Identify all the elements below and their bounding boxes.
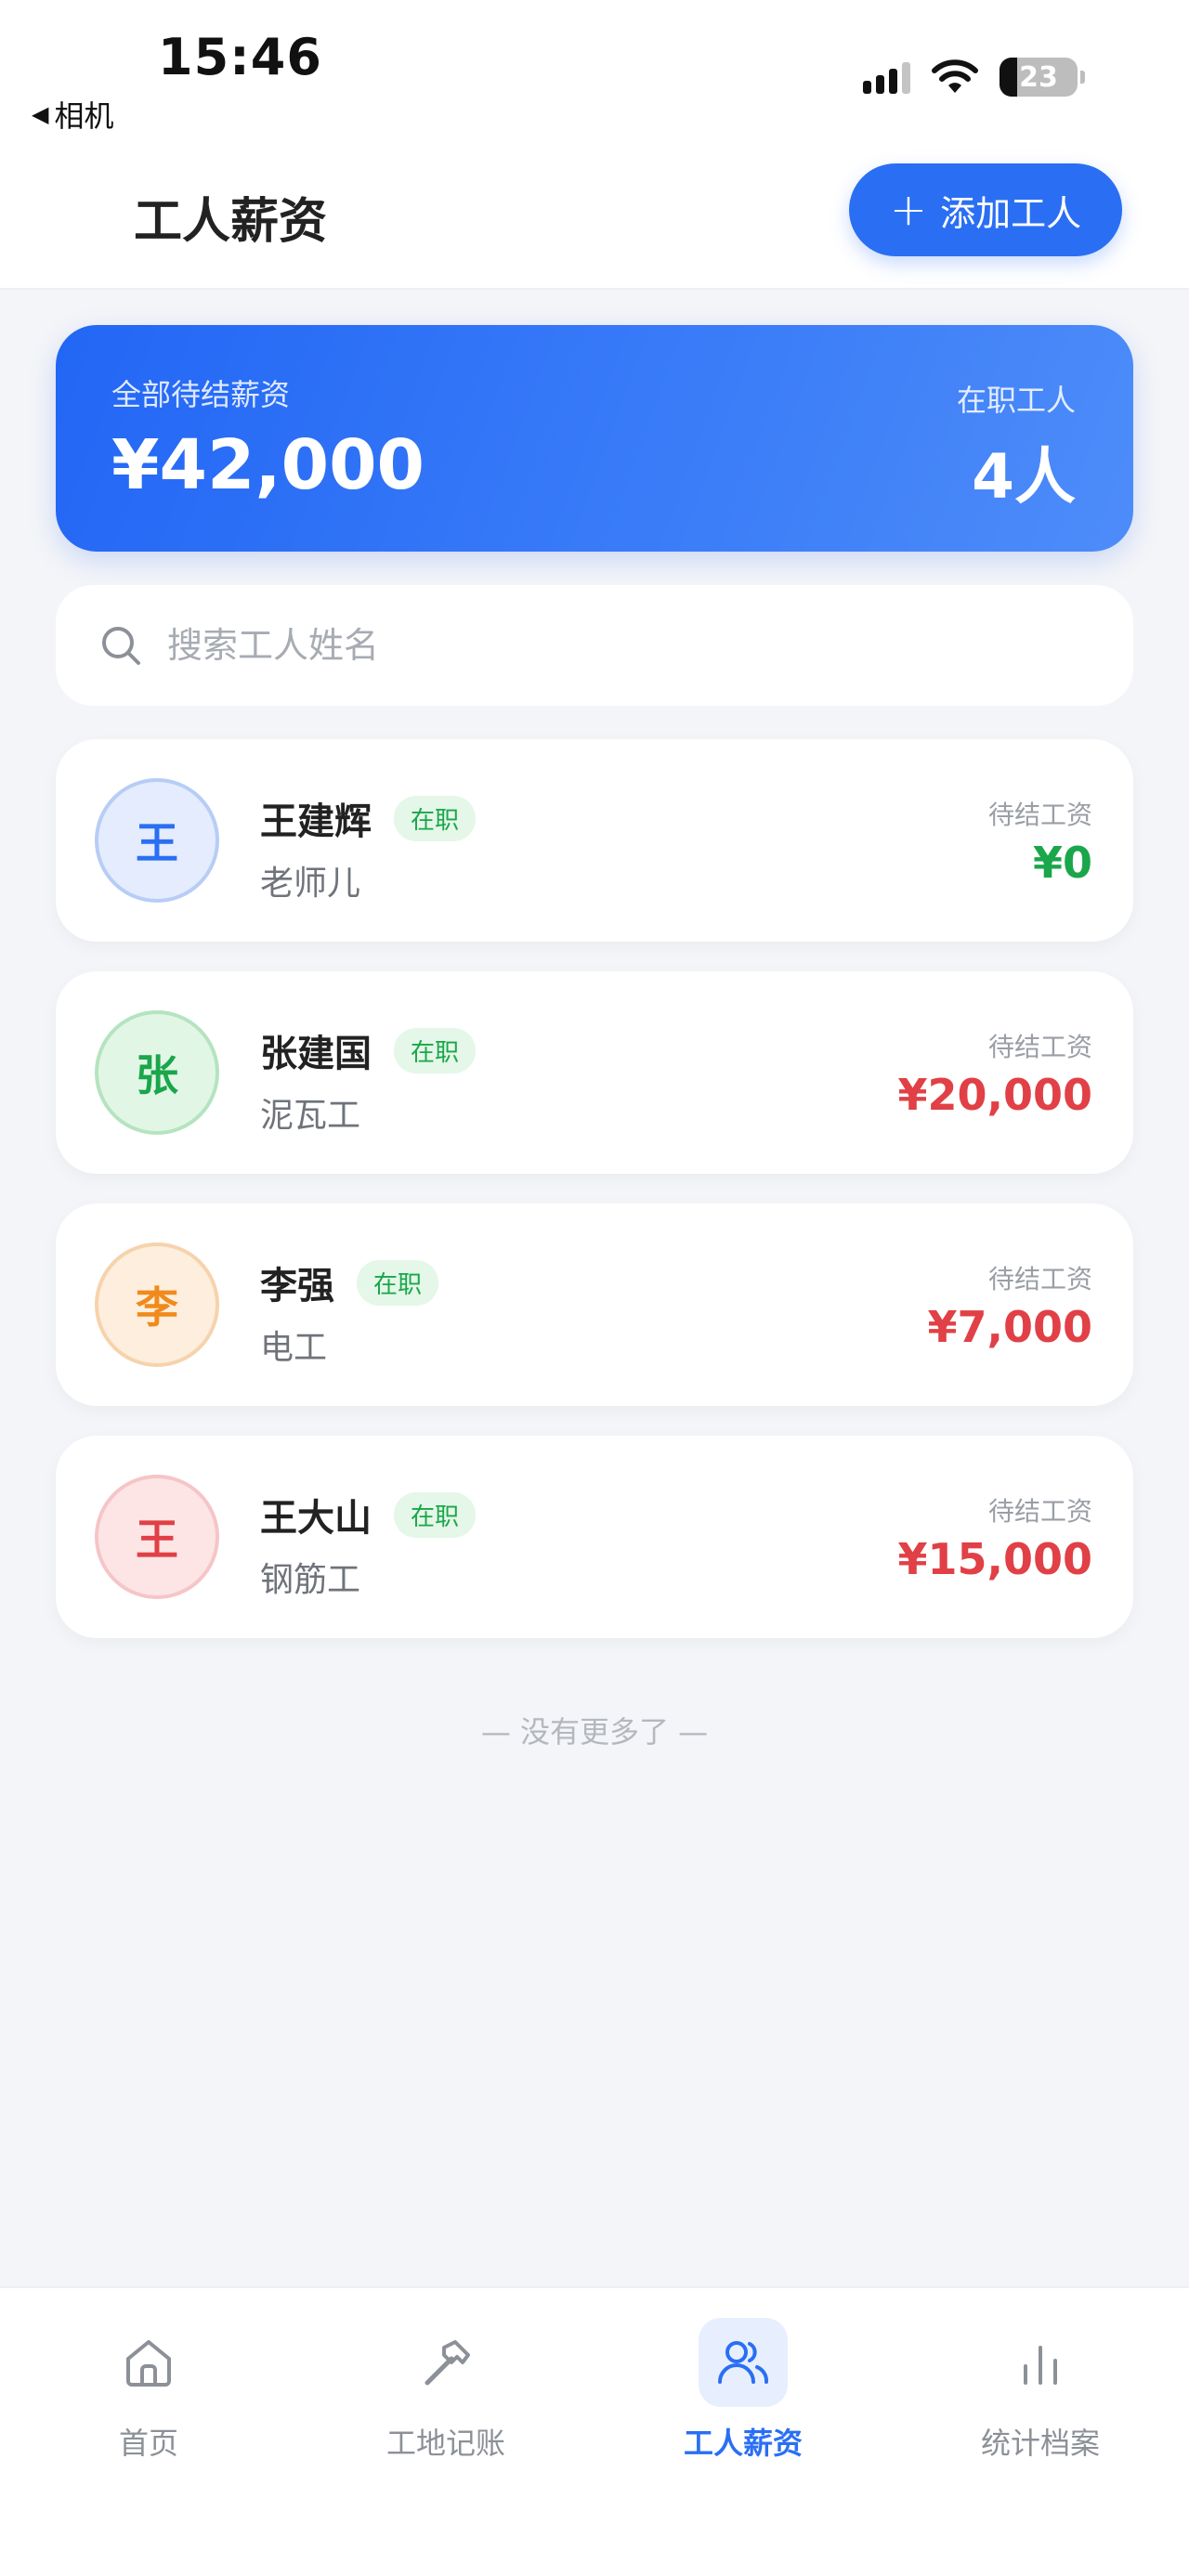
worker-name: 李强	[260, 1265, 334, 1308]
status-time: 15:46	[158, 28, 322, 86]
worker-role: 老师儿	[260, 865, 361, 903]
battery-level: 23	[1019, 60, 1058, 94]
tab-worker-salary[interactable]: 工人薪资	[594, 2318, 892, 2463]
pending-total-value: ¥42,000	[111, 425, 425, 505]
bar-chart-icon	[1024, 2346, 1057, 2385]
tab-home[interactable]: 首页	[0, 2318, 297, 2463]
status-badge: 在职	[357, 1259, 439, 1306]
status-icons: 23	[863, 58, 1085, 97]
salary-summary-card: 全部待结薪资 ¥42,000 在职工人 4人	[56, 325, 1133, 552]
active-workers-label: 在职工人	[956, 383, 1076, 418]
active-workers-count: 4人	[972, 441, 1076, 513]
users-icon	[718, 2341, 769, 2384]
pending-wage-value: ¥15,000	[897, 1534, 1092, 1584]
pending-wage-label: 待结工资	[987, 800, 1092, 830]
status-bar: 15:46 ◀ 相机 23	[0, 0, 1189, 149]
page-title: 工人薪资	[134, 194, 328, 250]
status-badge: 在职	[394, 795, 477, 841]
pending-wage-value: ¥7,000	[927, 1302, 1092, 1352]
worker-name: 张建国	[260, 1033, 372, 1075]
list-end-hint: — 没有更多了 —	[480, 1714, 709, 1750]
tab-site-ledger[interactable]: 工地记账	[297, 2318, 594, 2463]
pending-wage-label: 待结工资	[987, 1032, 1092, 1062]
avatar: 王	[95, 1475, 219, 1599]
avatar: 张	[95, 1010, 219, 1135]
worker-role: 钢筋工	[260, 1561, 361, 1599]
bottom-tab-bar: 首页 工地记账 工人薪资 统计档案	[0, 2286, 1189, 2576]
pending-total-label: 全部待结薪资	[111, 377, 291, 412]
tab-statistics[interactable]: 统计档案	[892, 2318, 1189, 2463]
tab-home-label: 首页	[118, 2426, 178, 2461]
pending-wage-label: 待结工资	[987, 1264, 1092, 1295]
plus-icon: +	[889, 184, 928, 236]
status-badge: 在职	[394, 1027, 477, 1073]
worker-card[interactable]: 王王大山 在职 钢筋工 待结工资 ¥15,000	[56, 1436, 1133, 1638]
status-badge: 在职	[394, 1491, 477, 1538]
battery-icon: 23	[1000, 58, 1085, 97]
cellular-signal-icon	[863, 60, 910, 94]
pending-wage-value: ¥0	[1032, 838, 1092, 888]
tab-worker-salary-label: 工人薪资	[683, 2426, 803, 2461]
worker-role: 泥瓦工	[260, 1097, 361, 1135]
avatar: 李	[95, 1242, 219, 1367]
search-input[interactable]	[167, 625, 1003, 666]
worker-card[interactable]: 李李强 在职 电工 待结工资 ¥7,000	[56, 1203, 1133, 1406]
tab-site-ledger-label: 工地记账	[385, 2426, 505, 2461]
worker-card[interactable]: 张张建国 在职 泥瓦工 待结工资 ¥20,000	[56, 971, 1133, 1174]
worker-role: 电工	[260, 1329, 328, 1367]
worker-card[interactable]: 王王建辉 在职 老师儿 待结工资 ¥0	[56, 739, 1133, 942]
hammer-icon	[425, 2340, 470, 2386]
tab-statistics-label: 统计档案	[980, 2426, 1100, 2461]
back-to-app-link[interactable]: ◀ 相机	[32, 93, 113, 136]
search-icon	[102, 627, 140, 665]
home-icon	[126, 2340, 171, 2387]
back-arrow-icon: ◀	[32, 101, 49, 127]
avatar: 王	[95, 778, 219, 903]
back-app-label: 相机	[54, 98, 114, 134]
pending-wage-label: 待结工资	[987, 1496, 1092, 1527]
pending-wage-value: ¥20,000	[897, 1070, 1092, 1120]
worker-name: 王建辉	[260, 800, 372, 843]
add-worker-button[interactable]: + 添加工人	[849, 163, 1122, 256]
worker-name: 王大山	[260, 1497, 372, 1540]
page-header: 工人薪资 + 添加工人	[0, 149, 1189, 290]
wifi-icon	[932, 59, 978, 93]
search-bar[interactable]	[56, 585, 1133, 706]
add-worker-label: 添加工人	[940, 192, 1082, 234]
